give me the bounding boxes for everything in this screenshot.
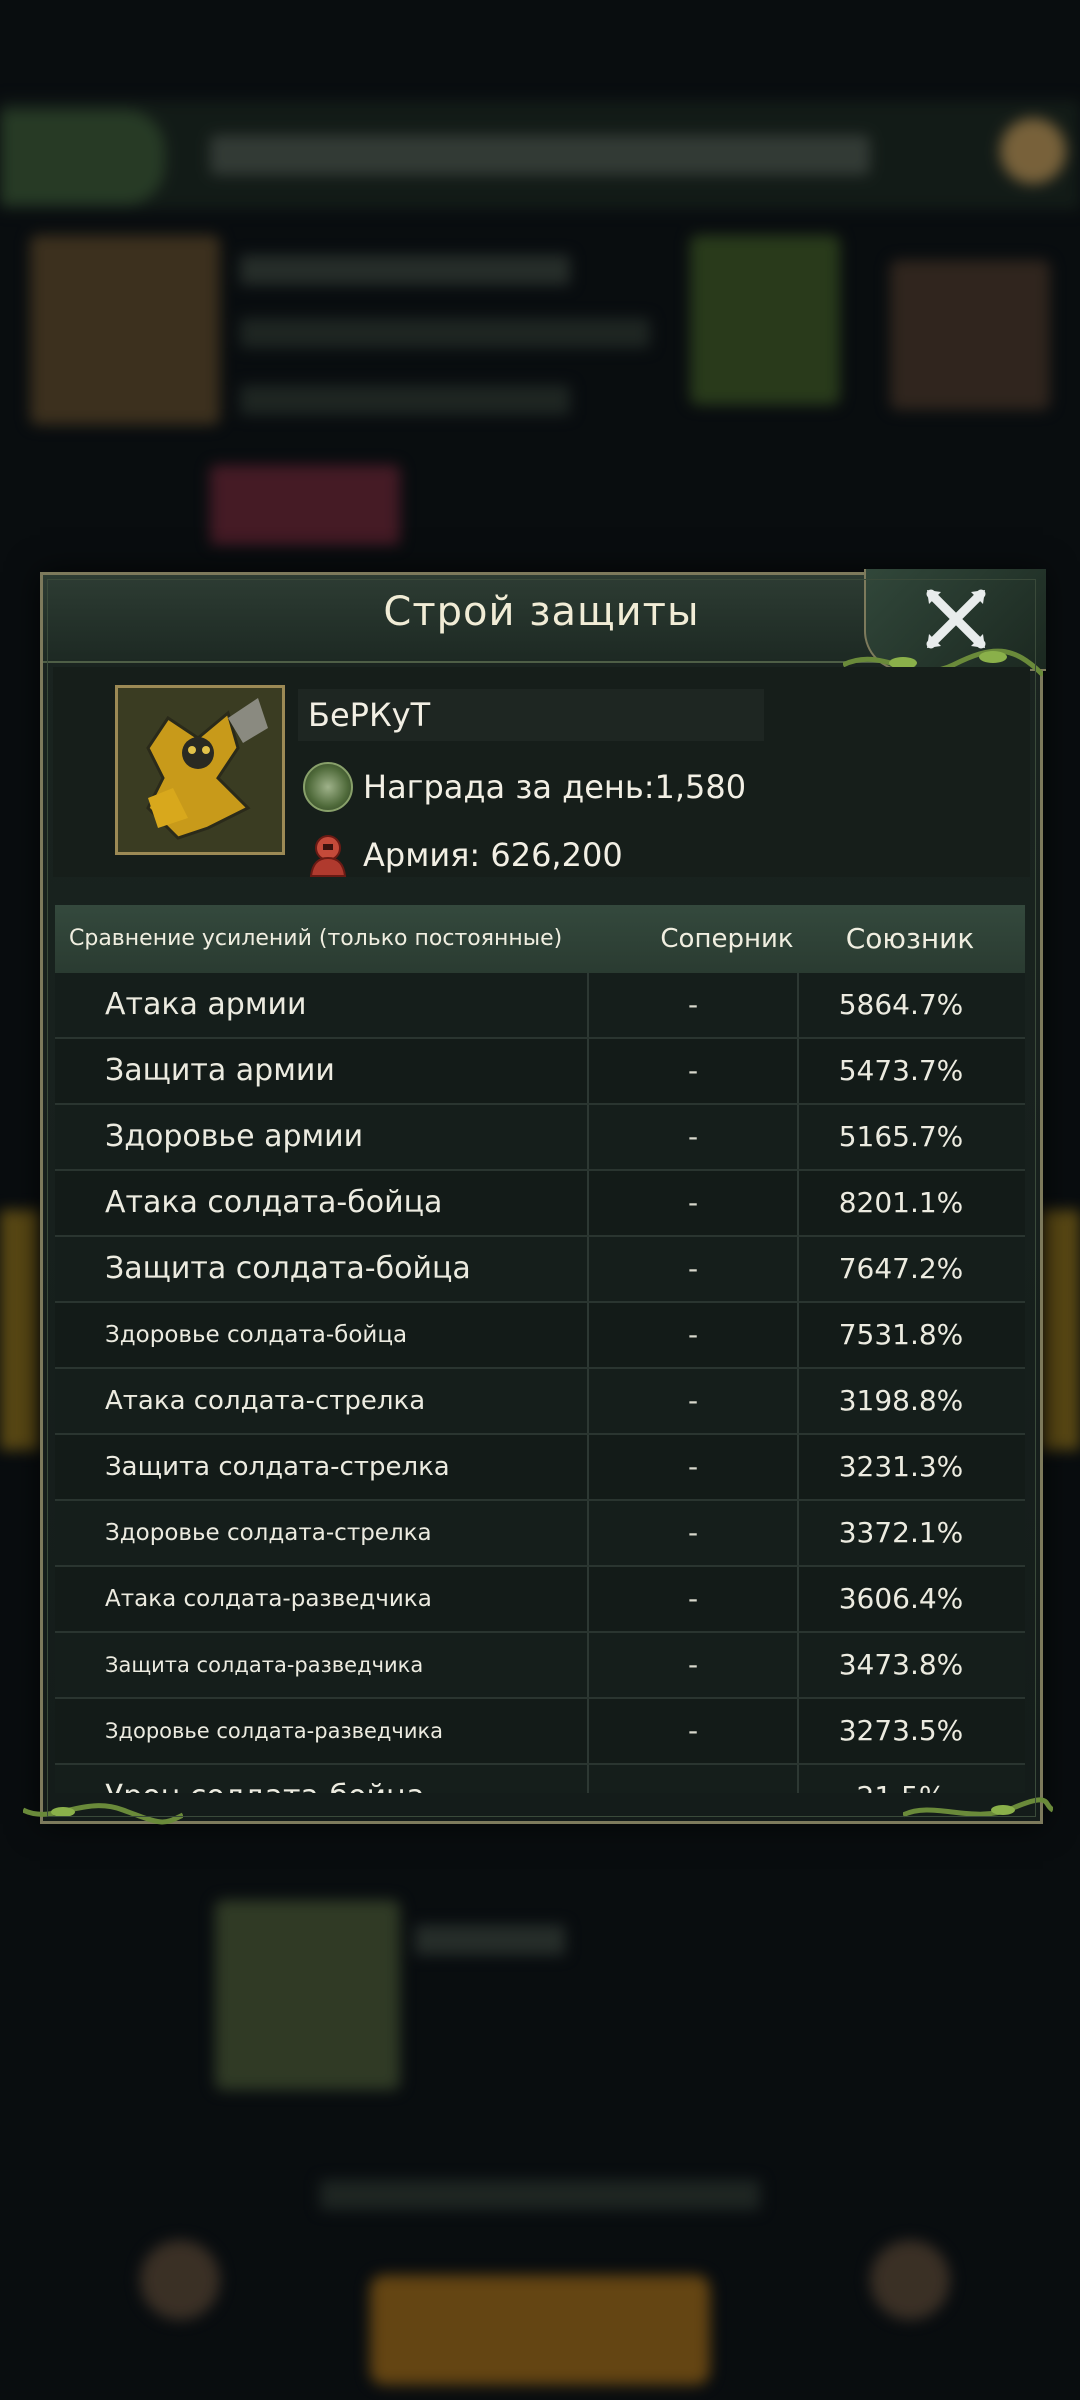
table-row: Защита солдата-стрелка - 3231.3% [55, 1435, 1025, 1501]
enemy-value: - [587, 1699, 799, 1763]
table-row: Защита солдата-разведчика - 3473.8% [55, 1633, 1025, 1699]
ally-value: 5864.7% [838, 988, 964, 1021]
stat-label: Защита армии [105, 1053, 335, 1088]
stat-label: Здоровье солдата-разведчика [105, 1719, 444, 1743]
reward-gear-icon [303, 762, 353, 812]
stat-label: Атака солдата-разведчика [105, 1586, 432, 1612]
enemy-value: - [587, 1633, 799, 1697]
header-ally: Союзник [845, 922, 975, 955]
table-row: Атака солдата-бойца - 8201.1% [55, 1171, 1025, 1237]
stat-label: Здоровье армии [105, 1119, 364, 1154]
defense-formation-dialog: Строй защиты БеРКуТ Награда за день:1,58… [23, 569, 1053, 1825]
enemy-value: - [587, 973, 799, 1037]
enemy-value: - [587, 1171, 799, 1235]
ally-value: 3372.1% [838, 1516, 964, 1549]
enemy-value: - [587, 1369, 799, 1433]
player-name: БеРКуТ [298, 689, 764, 741]
ally-value: 8201.1% [838, 1186, 964, 1219]
table-row: Здоровье армии - 5165.7% [55, 1105, 1025, 1171]
table-row: Здоровье солдата-разведчика - 3273.5% [55, 1699, 1025, 1765]
enemy-value: - [587, 1567, 799, 1631]
table-row: Атака солдата-стрелка - 3198.8% [55, 1369, 1025, 1435]
stat-label: Атака армии [105, 987, 307, 1022]
table-row: Защита солдата-бойца - 7647.2% [55, 1237, 1025, 1303]
ally-value: 3198.8% [838, 1384, 964, 1417]
army-soldier-icon [309, 835, 347, 877]
stat-label: Урон солдата-бойца [105, 1765, 425, 1793]
stat-label: Защита солдата-разведчика [105, 1653, 424, 1677]
enemy-value: - [587, 1765, 799, 1793]
army-text: Армия: 626,200 [363, 836, 623, 874]
player-profile: БеРКуТ Награда за день:1,580 Армия: 626,… [53, 667, 1030, 877]
header-stat: Сравнение усилений (только постоянные) [69, 926, 563, 951]
enemy-value: - [587, 1039, 799, 1103]
comparison-table-header: Сравнение усилений (только постоянные) С… [55, 905, 1025, 975]
table-row: Защита армии - 5473.7% [55, 1039, 1025, 1105]
table-row: Атака солдата-разведчика - 3606.4% [55, 1567, 1025, 1633]
header-enemy: Соперник [660, 924, 794, 954]
daily-reward-row: Награда за день:1,580 [303, 757, 746, 817]
stat-label: Атака солдата-бойца [105, 1185, 443, 1220]
table-row: Атака армии - 5864.7% [55, 973, 1025, 1039]
ally-value: 3231.3% [838, 1450, 964, 1483]
stat-label: Защита солдата-стрелка [105, 1452, 450, 1482]
table-row: Здоровье солдата-стрелка - 3372.1% [55, 1501, 1025, 1567]
ally-value: 7531.8% [838, 1318, 964, 1351]
stat-label: Здоровье солдата-стрелка [105, 1520, 432, 1546]
stat-label: Здоровье солдата-бойца [105, 1322, 408, 1348]
table-row: Урон солдата-бойца - 21.5% [55, 1765, 1025, 1793]
ally-value: 5165.7% [838, 1120, 964, 1153]
ally-value: 3273.5% [838, 1714, 964, 1747]
ally-value: 21.5% [801, 1765, 1001, 1793]
hero-portrait-icon [118, 688, 282, 852]
ally-value: 3473.8% [838, 1648, 964, 1681]
enemy-value: - [587, 1501, 799, 1565]
vine-decoration-bottom-left-icon [23, 1803, 183, 1825]
enemy-value: - [587, 1237, 799, 1301]
hero-avatar[interactable] [115, 685, 285, 855]
vine-decoration-bottom-right-icon [903, 1797, 1053, 1818]
ally-value: 5473.7% [838, 1054, 964, 1087]
table-row: Здоровье солдата-бойца - 7531.8% [55, 1303, 1025, 1369]
enemy-value: - [587, 1303, 799, 1367]
ally-value: 3606.4% [838, 1582, 964, 1615]
daily-reward-text: Награда за день:1,580 [363, 768, 747, 806]
army-row: Армия: 626,200 [303, 825, 623, 885]
enemy-value: - [587, 1105, 799, 1169]
stat-label: Защита солдата-бойца [105, 1251, 471, 1286]
enemy-value: - [587, 1435, 799, 1499]
stat-label: Атака солдата-стрелка [105, 1386, 426, 1416]
comparison-table-body[interactable]: Атака армии - 5864.7% Защита армии - 547… [55, 973, 1025, 1793]
ally-value: 7647.2% [838, 1252, 964, 1285]
